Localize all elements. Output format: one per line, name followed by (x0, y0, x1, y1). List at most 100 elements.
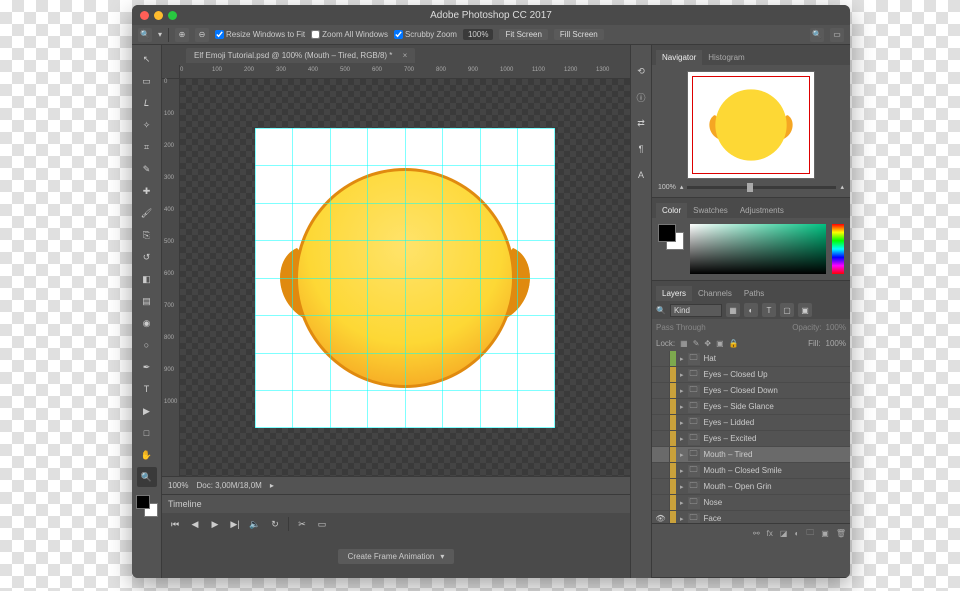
chevron-right-icon[interactable]: ▸ (680, 483, 684, 491)
chevron-down-icon[interactable]: ▾ (440, 552, 444, 561)
chevron-right-icon[interactable]: ▸ (680, 499, 684, 507)
visibility-icon[interactable] (652, 479, 670, 494)
adjustment-layer-icon[interactable]: ◐ (794, 529, 799, 538)
chevron-down-icon[interactable]: ▾ (158, 30, 162, 39)
chevron-right-icon[interactable]: ▸ (680, 435, 684, 443)
fill-value[interactable]: 100% (826, 339, 846, 348)
filter-shape-icon[interactable]: ▢ (780, 303, 794, 317)
document-tab[interactable]: Elf Emoji Tutorial.psd @ 100% (Mouth – T… (186, 48, 415, 63)
new-layer-icon[interactable]: ▣ (821, 529, 829, 538)
eyedropper-tool[interactable]: ✎ (137, 159, 157, 179)
hue-slider[interactable] (832, 224, 844, 274)
visibility-icon[interactable] (652, 399, 670, 414)
layer-row[interactable]: ▸🗀Nose (652, 495, 850, 511)
layer-row[interactable]: ▸🗀Mouth – Closed Smile (652, 463, 850, 479)
tab-navigator[interactable]: Navigator (656, 50, 702, 65)
home-icon[interactable]: 🔍 (138, 28, 152, 42)
close-icon[interactable]: × (403, 51, 408, 60)
layer-row[interactable]: ▸🗀Eyes – Closed Down (652, 383, 850, 399)
zoom-value-field[interactable]: 100% (463, 29, 493, 40)
ruler-vertical[interactable]: 01002003004005006007008009001000 (162, 79, 180, 476)
navigator-zoom-value[interactable]: 100% (658, 184, 676, 191)
layer-row[interactable]: ▸🗀Hat (652, 351, 850, 367)
visibility-icon[interactable] (652, 367, 670, 382)
split-icon[interactable]: ✂ (295, 518, 309, 530)
zoom-in-small-icon[interactable]: ▴ (840, 183, 844, 191)
tab-adjustments[interactable]: Adjustments (734, 203, 790, 218)
chevron-right-icon[interactable]: ▸ (680, 451, 684, 459)
zoom-tool[interactable]: 🔍 (137, 467, 157, 487)
tab-layers[interactable]: Layers (656, 286, 692, 301)
healing-brush-tool[interactable]: ✚ (137, 181, 157, 201)
delete-layer-icon[interactable]: 🗑 (836, 529, 846, 538)
layer-row[interactable]: ▸🗀Eyes – Side Glance (652, 399, 850, 415)
first-frame-icon[interactable]: ⏮ (168, 518, 182, 530)
layer-group-icon[interactable]: 🗀 (806, 527, 814, 541)
workspace-icon[interactable]: ▭ (830, 28, 844, 42)
chevron-right-icon[interactable]: ▸ (680, 371, 684, 379)
scrubby-zoom-checkbox[interactable]: Scrubby Zoom (394, 30, 457, 39)
layer-mask-icon[interactable]: ◪ (780, 529, 788, 538)
visibility-icon[interactable] (652, 351, 670, 366)
kind-icon[interactable]: 🔍 (656, 306, 666, 315)
chevron-right-icon[interactable]: ▸ (680, 467, 684, 475)
visibility-icon[interactable] (652, 431, 670, 446)
lock-pixels-icon[interactable]: ▦ (680, 339, 688, 348)
zoom-out-small-icon[interactable]: ▴ (680, 183, 684, 191)
move-tool[interactable]: ↖ (137, 49, 157, 69)
navigator-thumbnail[interactable] (687, 71, 815, 179)
visibility-icon[interactable] (652, 383, 670, 398)
color-field[interactable] (690, 224, 826, 274)
chevron-right-icon[interactable]: ▸ (680, 515, 684, 523)
lock-all-icon[interactable]: 🔒 (729, 339, 739, 348)
layer-fx-icon[interactable]: fx (767, 529, 773, 538)
search-icon[interactable]: 🔍 (810, 28, 824, 42)
status-docinfo[interactable]: Doc: 3,00M/18,0M (196, 481, 261, 490)
properties-panel-icon[interactable]: ⇄ (633, 115, 649, 131)
visibility-icon[interactable] (652, 415, 670, 430)
prev-frame-icon[interactable]: ◀ (188, 518, 202, 530)
filter-pixel-icon[interactable]: ▦ (726, 303, 740, 317)
type-tool[interactable]: T (137, 379, 157, 399)
filter-smart-icon[interactable]: ▣ (798, 303, 812, 317)
marquee-tool[interactable]: ▭ (137, 71, 157, 91)
history-panel-icon[interactable]: ⟲ (633, 63, 649, 79)
magic-wand-tool[interactable]: ✧ (137, 115, 157, 135)
layer-kind-select[interactable] (670, 304, 722, 317)
ruler-horizontal[interactable]: 0100200300400500600700800900100011001200… (180, 65, 630, 79)
dodge-tool[interactable]: ○ (137, 335, 157, 355)
history-brush-tool[interactable]: ↺ (137, 247, 157, 267)
play-icon[interactable]: ▶ (208, 518, 222, 530)
transition-icon[interactable]: ▭ (315, 518, 329, 530)
filter-adjust-icon[interactable]: ◐ (744, 303, 758, 317)
visibility-icon[interactable] (652, 463, 670, 478)
timeline-tab[interactable]: Timeline (168, 499, 202, 509)
opacity-value[interactable]: 100% (826, 323, 846, 332)
resize-windows-checkbox[interactable]: Resize Windows to Fit (215, 30, 305, 39)
loop-icon[interactable]: ↻ (268, 518, 282, 530)
crop-tool[interactable]: ⌗ (137, 137, 157, 157)
lock-artboard-icon[interactable]: ▣ (716, 339, 724, 348)
zoom-out-icon[interactable]: ⊖ (195, 28, 209, 42)
layer-row[interactable]: ▸🗀Mouth – Open Grin (652, 479, 850, 495)
gradient-tool[interactable]: ▤ (137, 291, 157, 311)
create-frame-animation-button[interactable]: Create Frame Animation ▾ (338, 549, 455, 564)
chevron-right-icon[interactable]: ▸ (680, 355, 684, 363)
layer-row[interactable]: ▸🗀Eyes – Lidded (652, 415, 850, 431)
zoom-in-icon[interactable]: ⊕ (175, 28, 189, 42)
audio-icon[interactable]: 🔈 (248, 518, 262, 530)
foreground-background-color[interactable] (136, 495, 158, 517)
fill-screen-button[interactable]: Fill Screen (554, 29, 604, 40)
lasso-tool[interactable]: 𝘓 (137, 93, 157, 113)
layer-row[interactable]: ▸🗀Eyes – Excited (652, 431, 850, 447)
info-panel-icon[interactable]: ⓘ (633, 89, 649, 105)
navigator-zoom-slider[interactable] (687, 186, 836, 189)
tab-histogram[interactable]: Histogram (702, 50, 750, 65)
visibility-icon[interactable] (652, 447, 670, 462)
canvas[interactable] (180, 79, 630, 476)
lock-brush-icon[interactable]: ✎ (693, 339, 700, 348)
zoom-all-checkbox[interactable]: Zoom All Windows (311, 30, 388, 39)
brush-tool[interactable]: 🖌 (137, 203, 157, 223)
clone-stamp-tool[interactable]: ⎘ (137, 225, 157, 245)
paragraph-panel-icon[interactable]: A (633, 167, 649, 183)
